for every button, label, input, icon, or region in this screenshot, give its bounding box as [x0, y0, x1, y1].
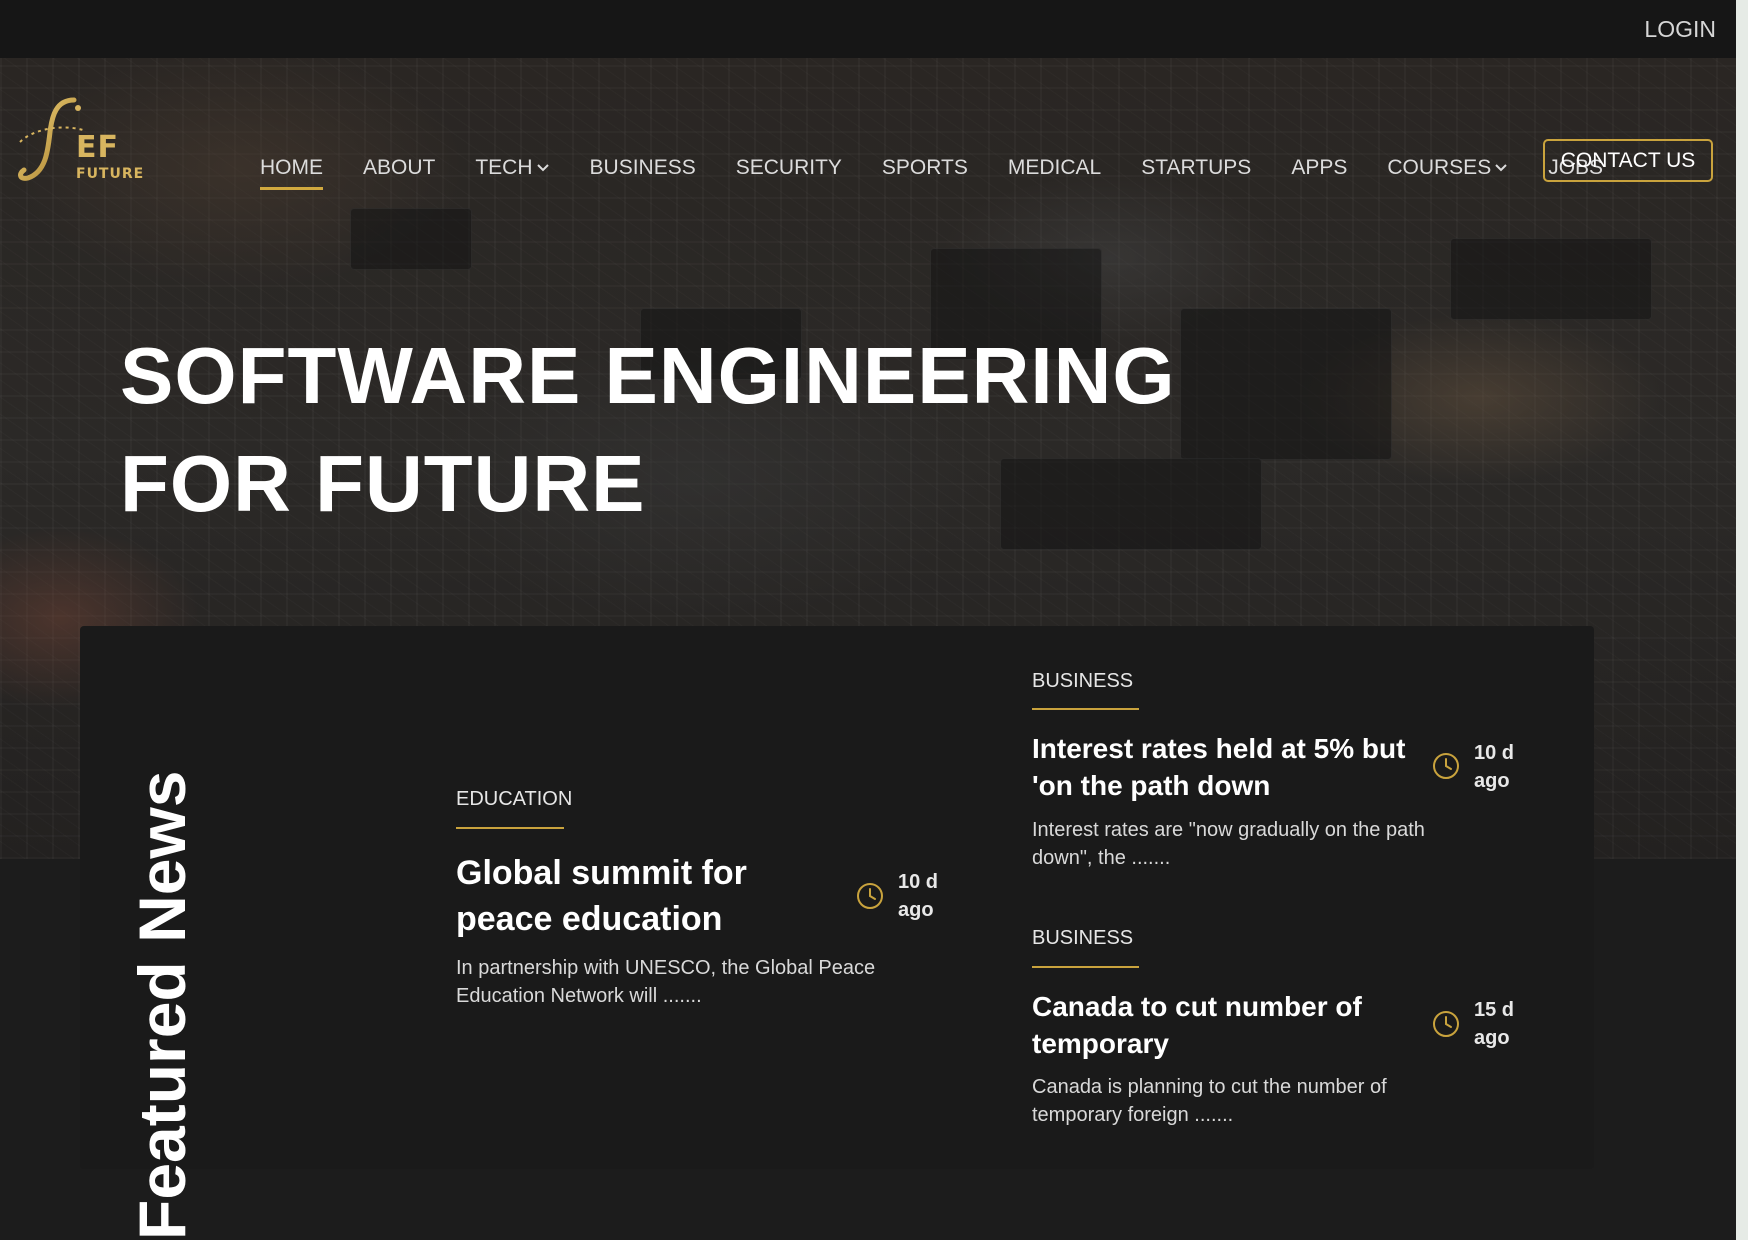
hero-title-line: FOR FUTURE — [120, 439, 646, 528]
logo-text: EF — [76, 130, 119, 165]
nav-item-tech[interactable]: TECH — [475, 156, 549, 180]
clock-icon — [1433, 1011, 1459, 1037]
clock-icon — [1433, 753, 1459, 779]
article-title-line: Canada to cut number of — [1032, 991, 1362, 1022]
nav-label: TECH — [475, 156, 533, 179]
nav-label: SECURITY — [735, 156, 842, 179]
nav-label: ABOUT — [363, 156, 436, 179]
contact-us-button[interactable]: CONTACT US — [1543, 139, 1713, 182]
category-underline — [456, 827, 564, 829]
article-title-line: 'on the path down — [1032, 770, 1271, 801]
excerpt-line: Canada is planning to cut the number of — [1032, 1076, 1387, 1098]
excerpt-line: Education Network will ....... — [456, 985, 702, 1007]
article-time: 10 d ago — [898, 868, 938, 924]
nav-item-about[interactable]: ABOUT — [363, 156, 435, 180]
article-excerpt: Canada is planning to cut the number of … — [1032, 1073, 1387, 1129]
nav-label: MEDICAL — [1007, 156, 1102, 179]
article-title[interactable]: Canada to cut number of temporary — [1032, 988, 1362, 1062]
article-title[interactable]: Interest rates held at 5% but 'on the pa… — [1032, 730, 1405, 804]
nav-item-home[interactable]: HOME — [260, 156, 323, 190]
nav-item-courses[interactable]: COURSES — [1387, 156, 1508, 180]
hero-bg-chip — [350, 208, 472, 270]
time-line: 10 d — [898, 871, 939, 893]
article-time: 15 d ago — [1474, 996, 1514, 1052]
window-edge — [1736, 0, 1748, 1240]
login-link[interactable]: LOGIN — [1644, 16, 1716, 43]
nav-label: COURSES — [1387, 156, 1492, 179]
hero-bg-chip — [1450, 238, 1652, 320]
article-category[interactable]: BUSINESS — [1032, 927, 1133, 950]
article-title-line: peace education — [456, 900, 723, 938]
article-category[interactable]: EDUCATION — [456, 788, 572, 811]
nav-item-security[interactable]: SECURITY — [736, 156, 842, 180]
nav-label: SPORTS — [881, 156, 968, 179]
article-excerpt: In partnership with UNESCO, the Global P… — [456, 954, 875, 1010]
chevron-down-icon — [536, 164, 549, 172]
logo-subtext: FUTURE — [76, 166, 145, 182]
hero-bg-chip — [1180, 308, 1392, 460]
time-line: ago — [1474, 770, 1510, 792]
nav-item-medical[interactable]: MEDICAL — [1008, 156, 1101, 180]
excerpt-line: Interest rates are "now gradually on the… — [1032, 819, 1425, 841]
category-underline — [1032, 966, 1139, 968]
excerpt-line: In partnership with UNESCO, the Global P… — [456, 957, 876, 979]
excerpt-line: temporary foreign ....... — [1032, 1104, 1234, 1126]
time-line: 15 d — [1474, 999, 1515, 1021]
hero-title: SOFTWARE ENGINEERING FOR FUTURE — [120, 322, 1176, 538]
article-title[interactable]: Global summit for peace education — [456, 850, 747, 942]
nav-label: BUSINESS — [589, 156, 696, 179]
nav-label: APPS — [1291, 156, 1348, 179]
time-line: 10 d — [1474, 742, 1515, 764]
time-line: ago — [898, 899, 934, 921]
site-logo[interactable]: EF FUTURE — [16, 94, 146, 184]
article-title-line: temporary — [1032, 1028, 1169, 1059]
chevron-down-icon — [1495, 164, 1507, 172]
clock-icon — [857, 883, 883, 909]
nav-item-apps[interactable]: APPS — [1291, 156, 1347, 180]
featured-news-heading: Featured News — [125, 770, 199, 1240]
nav-item-business[interactable]: BUSINESS — [590, 156, 696, 180]
nav-label: STARTUPS — [1141, 156, 1252, 179]
nav-item-sports[interactable]: SPORTS — [882, 156, 968, 180]
article-time: 10 d ago — [1474, 739, 1514, 795]
article-title-line: Interest rates held at 5% but — [1032, 733, 1406, 764]
article-title-line: Global summit for — [456, 854, 747, 892]
article-excerpt: Interest rates are "now gradually on the… — [1032, 816, 1425, 872]
time-line: ago — [1474, 1027, 1510, 1049]
hero-title-line: SOFTWARE ENGINEERING — [120, 331, 1176, 420]
main-nav: HOME ABOUT TECH BUSINESS SECURITY SPORTS… — [260, 148, 1643, 190]
article-category[interactable]: BUSINESS — [1032, 670, 1133, 693]
top-bar: LOGIN — [0, 0, 1736, 58]
category-underline — [1032, 708, 1139, 710]
nav-item-startups[interactable]: STARTUPS — [1141, 156, 1251, 180]
nav-label: HOME — [260, 156, 323, 179]
excerpt-line: down", the ....... — [1032, 847, 1171, 869]
